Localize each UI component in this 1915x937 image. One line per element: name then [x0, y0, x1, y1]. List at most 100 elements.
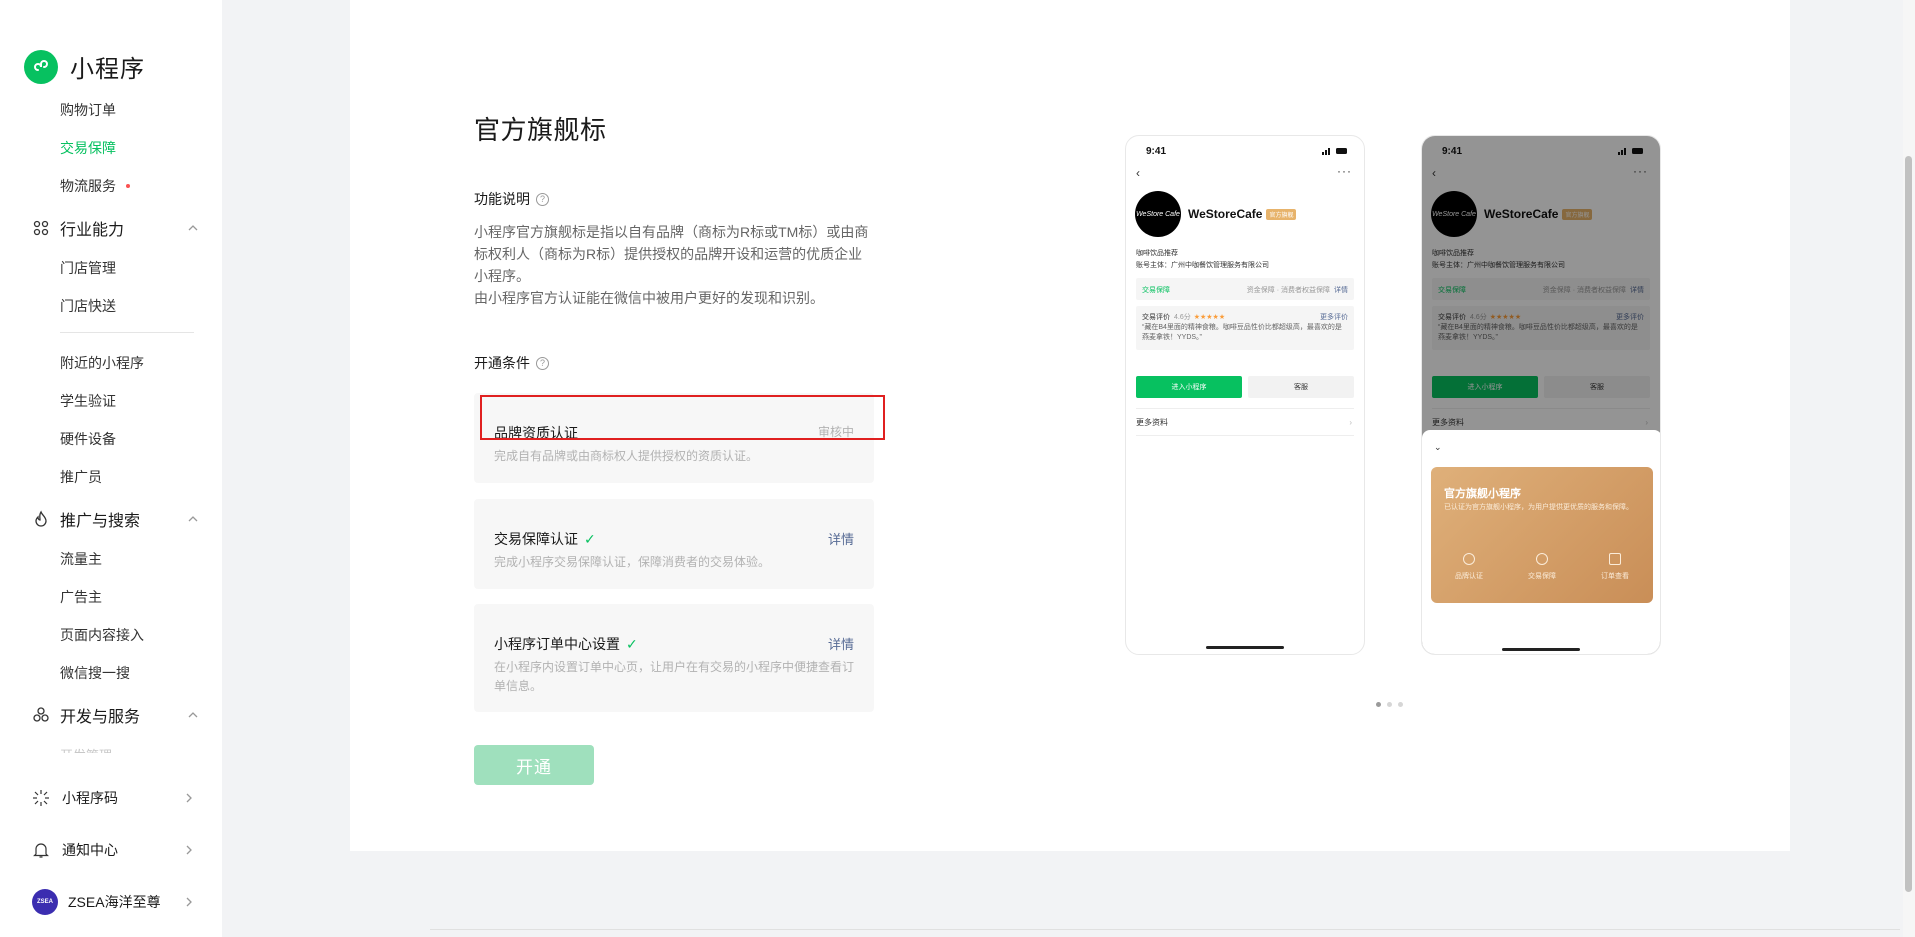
condition-title-row: 交易保障认证 ✓	[494, 529, 596, 549]
chevron-right-icon	[186, 897, 192, 907]
condition-desc: 在小程序内设置订单中心页，让用户在有交易的小程序中便捷查看订单信息。	[494, 660, 855, 693]
notification-dot	[126, 184, 130, 189]
sidebar-item-shopping-orders[interactable]: 购物订单	[60, 100, 116, 120]
condition-title: 品牌资质认证	[494, 425, 578, 441]
guarantee-bar: 交易保障 资金保障 · 消费者权益保障 详情	[1136, 278, 1354, 300]
more-reviews-link[interactable]: 更多评价	[1320, 312, 1348, 322]
sidebar-item-page-content[interactable]: 页面内容接入	[60, 625, 144, 645]
avatar: ZSEA	[32, 889, 58, 915]
customer-service-button[interactable]: 客服	[1248, 376, 1354, 398]
flagship-card-title: 官方旗舰小程序	[1444, 488, 1521, 500]
carousel-dot-active[interactable]	[1376, 702, 1381, 707]
sidebar-item-store-management[interactable]: 门店管理	[60, 258, 116, 278]
sidebar-group-promotion[interactable]: 推广与搜索	[32, 507, 200, 531]
feature-label: 订单查看	[1601, 573, 1629, 580]
more-icon[interactable]: ···	[1337, 164, 1352, 178]
feature-order-view: 订单查看	[1585, 553, 1645, 581]
home-indicator	[1206, 646, 1284, 649]
chevron-down-icon[interactable]: ⌄	[1434, 442, 1442, 453]
flagship-card-desc: 已认证为官方旗舰小程序，为用户提供更优质的服务和保障。	[1444, 504, 1633, 511]
sidebar-group-label: 开发与服务	[60, 709, 141, 726]
status-badge: 审核中	[817, 425, 854, 439]
sidebar-item-store-delivery[interactable]: 门店快送	[60, 296, 116, 316]
home-indicator	[1502, 648, 1580, 651]
condition-brand-certification: 品牌资质认证 审核中 完成自有品牌或由商标权人提供授权的资质认证。	[474, 393, 874, 483]
sidebar-item-student-verify[interactable]: 学生验证	[60, 391, 116, 411]
sidebar-item-promoter[interactable]: 推广员	[60, 467, 102, 487]
brand-cert-icon	[1463, 553, 1475, 565]
chevron-up-icon	[188, 712, 198, 718]
sidebar-item-dev-management[interactable]: 开发管理	[60, 745, 112, 753]
review-label: 交易评价	[1142, 314, 1170, 321]
flagship-bottom-sheet: ⌄ 官方旗舰小程序 已认证为官方旗舰小程序，为用户提供更优质的服务和保障。 品牌…	[1422, 430, 1660, 654]
sidebar-group-industry[interactable]: 行业能力	[32, 216, 200, 240]
carousel-dot[interactable]	[1387, 702, 1392, 707]
condition-title: 交易保障认证	[494, 531, 578, 547]
sidebar: 小程序 购物订单 交易保障 物流服务 行业能力 门店管理 门店快送 附近的小程序…	[0, 0, 222, 937]
order-icon	[1609, 553, 1621, 565]
shield-icon	[1536, 553, 1548, 565]
help-icon[interactable]: ?	[536, 192, 549, 206]
notification-center[interactable]: 通知中心	[32, 840, 192, 860]
open-button[interactable]: 开通	[474, 745, 594, 785]
sidebar-item-hardware[interactable]: 硬件设备	[60, 429, 116, 449]
condition-desc: 完成小程序交易保障认证，保障消费者的交易体验。	[494, 555, 771, 569]
enter-miniprogram-button[interactable]: 进入小程序	[1136, 376, 1242, 398]
industry-icon	[33, 220, 49, 236]
sidebar-group-dev[interactable]: 开发与服务	[32, 703, 200, 727]
review-box: 交易评价 4.6分 ★★★★★ 更多评价 “藏在B4里面的精神食粮。咖啡豆品性价比都…	[1136, 306, 1354, 350]
feature-desc-line: 由小程序官方认证能在微信中被用户更好的发现和识别。	[474, 290, 824, 306]
feature-brand-cert: 品牌认证	[1439, 553, 1499, 581]
status-icons	[1322, 147, 1348, 155]
main-content: 官方旗舰标 功能说明 ? 小程序官方旗舰标是指以自有品牌（商标为R标或TM标）或…	[350, 0, 1790, 851]
chevron-up-icon	[188, 225, 198, 231]
store-name: WeStoreCafe	[1188, 207, 1263, 221]
carousel-dot[interactable]	[1398, 702, 1403, 707]
sidebar-group-label: 行业能力	[60, 222, 125, 239]
feature-desc-line: 小程序官方旗舰标是指以自有品牌（商标为R标或TM标）或由商标权利人（商标为R标）…	[474, 224, 869, 284]
details-link[interactable]: 详情	[828, 634, 854, 653]
guarantee-label: 交易保障	[1142, 287, 1170, 294]
store-category: 咖啡饮品推荐	[1136, 250, 1178, 257]
scrollbar[interactable]	[1903, 0, 1915, 937]
more-info-label: 更多资料	[1136, 417, 1168, 427]
account-menu[interactable]: ZSEA ZSEA海洋至尊	[32, 889, 192, 915]
condition-order-center: 小程序订单中心设置 ✓ 详情 在小程序内设置订单中心页，让用户在有交易的小程序中…	[474, 604, 874, 712]
feature-description: 小程序官方旗舰标是指以自有品牌（商标为R标或TM标）或由商标权利人（商标为R标）…	[474, 221, 874, 309]
more-info-row[interactable]: 更多资料 ›	[1136, 408, 1354, 436]
review-score: 4.6分	[1174, 314, 1191, 321]
store-owner: 账号主体：广州中咖餐饮管理服务有限公司	[1136, 262, 1269, 269]
conditions-label: 开通条件	[474, 355, 530, 371]
details-link[interactable]: 详情	[828, 529, 854, 548]
star-rating-icon: ★★★★★	[1193, 314, 1226, 321]
sidebar-item-advertiser[interactable]: 广告主	[60, 587, 102, 607]
sidebar-item-label: 物流服务	[60, 178, 116, 194]
brand[interactable]: 小程序	[24, 49, 145, 84]
help-icon[interactable]: ?	[536, 356, 549, 370]
review-text: “藏在B4里面的精神食粮。咖啡豆品性价比都超级高，最喜欢的是燕麦拿铁！YYDS。…	[1142, 324, 1342, 341]
sidebar-item-trade-guarantee[interactable]: 交易保障	[60, 138, 116, 158]
sidebar-item-traffic-owner[interactable]: 流量主	[60, 549, 102, 569]
condition-trade-guarantee: 交易保障认证 ✓ 详情 完成小程序交易保障认证，保障消费者的交易体验。	[474, 499, 874, 589]
conditions-section-label: 开通条件 ?	[474, 353, 549, 373]
account-name: ZSEA海洋至尊	[68, 894, 161, 910]
scrollbar-thumb[interactable]	[1905, 156, 1912, 892]
back-icon[interactable]: ‹	[1136, 166, 1140, 180]
notification-label: 通知中心	[62, 842, 118, 858]
condition-title: 小程序订单中心设置	[494, 636, 620, 652]
carousel-dots	[1376, 702, 1403, 707]
sidebar-item-nearby[interactable]: 附近的小程序	[60, 353, 144, 373]
sidebar-group-label: 推广与搜索	[60, 513, 141, 530]
miniprogram-logo-icon	[24, 49, 58, 84]
qrcode-menu[interactable]: 小程序码	[32, 788, 192, 808]
signal-battery-icon	[1322, 148, 1347, 155]
page-title: 官方旗舰标	[474, 115, 607, 145]
sidebar-item-wechat-search[interactable]: 微信搜一搜	[60, 663, 130, 683]
chevron-right-icon: ›	[1349, 417, 1352, 427]
guarantee-link[interactable]: 详情	[1334, 287, 1348, 294]
store-name-row: WeStoreCafe 官方旗舰	[1188, 207, 1297, 221]
sidebar-item-logistics[interactable]: 物流服务	[60, 176, 130, 196]
phone-preview-2: 9:41 ‹ ··· WeStore Cafe WeStoreCafe 官方旗舰…	[1421, 135, 1661, 655]
guarantee-text: 资金保障 · 消费者权益保障	[1246, 287, 1330, 294]
check-icon: ✓	[584, 530, 596, 547]
